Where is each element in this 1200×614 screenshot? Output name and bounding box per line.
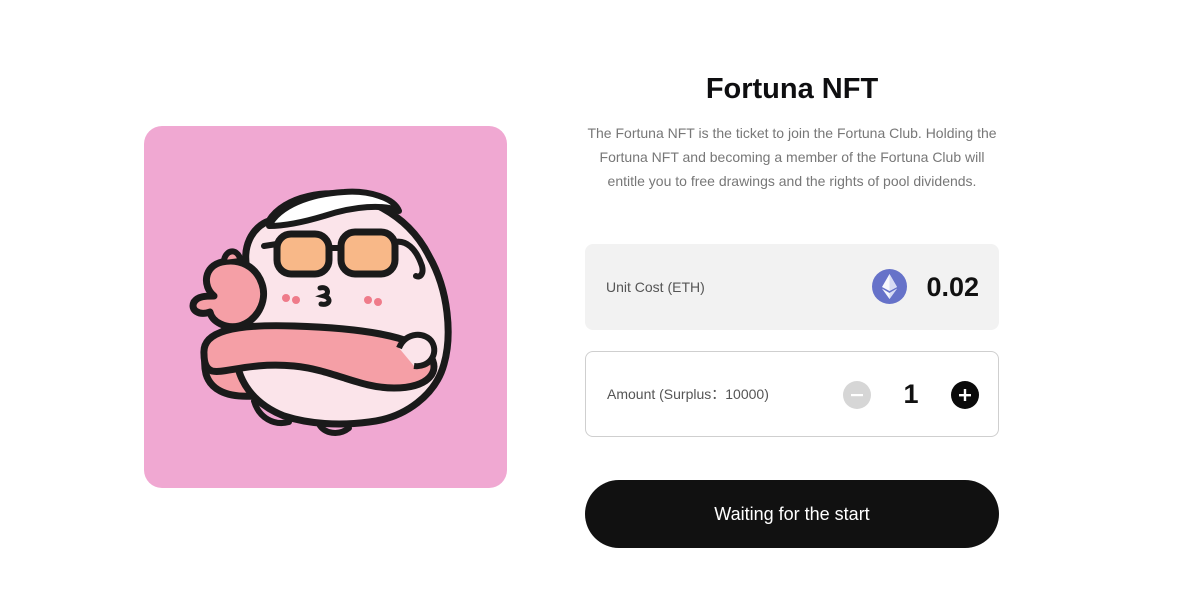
increment-button[interactable] [951,381,979,409]
nft-artwork [144,126,507,488]
unit-cost-box: Unit Cost (ETH) 0.02 [585,244,999,330]
plus-icon [959,389,971,401]
unit-cost-value: 0.02 [926,271,979,302]
waiting-start-button[interactable]: Waiting for the start [585,480,999,548]
nft-description: The Fortuna NFT is the ticket to join th… [587,125,997,189]
page-title: Fortuna NFT [705,73,879,105]
amount-box: Amount (Surplus：10000) 1 [585,351,999,437]
quantity-value[interactable]: 1 [886,352,936,436]
nft-character-illustration [189,188,452,436]
unit-cost-label: Unit Cost (ETH) [606,279,705,295]
ethereum-icon [872,269,907,304]
amount-label: Amount (Surplus：10000) [607,386,769,402]
decrement-button[interactable] [843,381,871,409]
mint-panel: Fortuna NFT The Fortuna NFT is the ticke… [585,64,999,548]
minus-icon [851,394,863,397]
page: Fortuna NFT The Fortuna NFT is the ticke… [0,0,1200,614]
